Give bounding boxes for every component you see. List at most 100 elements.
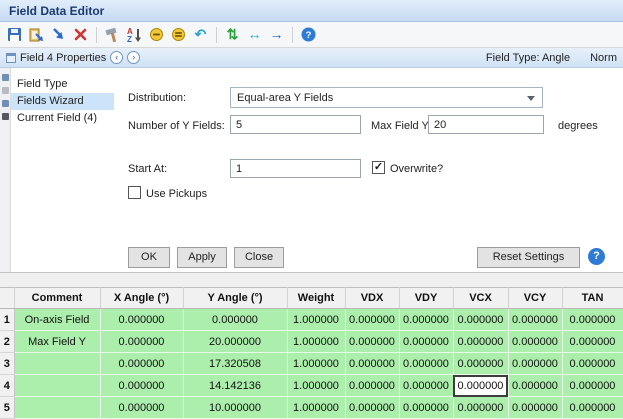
wizard-help-icon[interactable]: ?: [588, 248, 605, 265]
grid-cell[interactable]: [14, 397, 100, 419]
grid-cell[interactable]: 0.000000: [399, 331, 453, 353]
prev-field-icon[interactable]: ‹: [110, 51, 123, 64]
grid-cell[interactable]: 1.000000: [287, 353, 345, 375]
sidebar-item-fields-wizard[interactable]: Fields Wizard: [11, 93, 114, 110]
grid-cell[interactable]: 1.000000: [287, 309, 345, 331]
next-field-icon[interactable]: ›: [127, 51, 140, 64]
swap-arrows-icon[interactable]: ↔: [245, 25, 264, 44]
main-toolbar: AZ ↶ ⇅ ↔ → ?: [0, 22, 623, 48]
grid-cell[interactable]: 0.000000: [453, 331, 508, 353]
grid-cell[interactable]: 0.000000: [562, 375, 623, 397]
grid-cell[interactable]: 14.142136: [183, 375, 287, 397]
column-header[interactable]: Comment: [14, 288, 100, 309]
tools-icon[interactable]: [103, 25, 122, 44]
grid-cell[interactable]: 0.000000: [399, 309, 453, 331]
open-insert-icon[interactable]: [27, 25, 46, 44]
grid-cell[interactable]: 10.000000: [183, 397, 287, 419]
column-header[interactable]: VCY: [508, 288, 562, 309]
distribution-dropdown[interactable]: Equal-area Y Fields: [230, 87, 543, 108]
number-of-fields-label: Number of Y Fields:: [128, 120, 225, 132]
save-icon[interactable]: [5, 25, 24, 44]
grid-cell[interactable]: 0.000000: [100, 331, 183, 353]
close-button[interactable]: Close: [234, 247, 284, 268]
column-header[interactable]: Y Angle (°): [183, 288, 287, 309]
sidebar-item-current-field[interactable]: Current Field (4): [11, 110, 114, 127]
window-titlebar[interactable]: Field Data Editor: [0, 0, 623, 22]
number-of-fields-input[interactable]: [230, 115, 361, 134]
row-number[interactable]: 3: [0, 353, 14, 375]
docked-icon[interactable]: [2, 87, 9, 94]
grid-cell[interactable]: 0.000000: [345, 353, 399, 375]
update-all-icon[interactable]: ⇅: [223, 25, 242, 44]
grid-cell[interactable]: [14, 353, 100, 375]
overwrite-checkbox[interactable]: [372, 161, 385, 174]
grid-cell[interactable]: 0.000000: [100, 375, 183, 397]
solve-remove-icon[interactable]: [147, 25, 166, 44]
send-down-arrow-icon[interactable]: [49, 25, 68, 44]
grid-cell[interactable]: 0.000000: [508, 309, 562, 331]
grid-cell[interactable]: 1.000000: [287, 331, 345, 353]
grid-cell[interactable]: 0.000000: [100, 353, 183, 375]
grid-cell[interactable]: Max Field Y: [14, 331, 100, 353]
grid-cell[interactable]: 0.000000: [508, 375, 562, 397]
forward-arrow-icon[interactable]: →: [267, 25, 286, 44]
grid-cell[interactable]: 0.000000: [345, 331, 399, 353]
grid-cell[interactable]: 0.000000: [453, 309, 508, 331]
column-header[interactable]: TAN: [562, 288, 623, 309]
delete-icon[interactable]: [71, 25, 90, 44]
solve-icon[interactable]: [169, 25, 188, 44]
grid-cell[interactable]: 0.000000: [399, 397, 453, 419]
docked-icon[interactable]: [2, 74, 9, 81]
row-number[interactable]: 5: [0, 397, 14, 419]
use-pickups-checkbox[interactable]: [128, 186, 141, 199]
grid-cell[interactable]: 0.000000: [399, 353, 453, 375]
start-at-input[interactable]: [230, 159, 361, 178]
grid-cell[interactable]: 0.000000: [562, 353, 623, 375]
apply-button[interactable]: Apply: [177, 247, 227, 268]
table-row: 40.00000014.1421361.0000000.0000000.0000…: [0, 375, 623, 397]
grid-cell[interactable]: On-axis Field: [14, 309, 100, 331]
sort-icon[interactable]: AZ: [125, 25, 144, 44]
row-number[interactable]: 4: [0, 375, 14, 397]
grid-cell[interactable]: 0.000000: [345, 309, 399, 331]
corner-header[interactable]: [0, 288, 14, 309]
help-icon[interactable]: ?: [299, 25, 318, 44]
row-number[interactable]: 2: [0, 331, 14, 353]
grid-cell[interactable]: 17.320508: [183, 353, 287, 375]
row-number[interactable]: 1: [0, 309, 14, 331]
grid-cell[interactable]: 0.000000: [399, 375, 453, 397]
use-pickups-label[interactable]: Use Pickups: [146, 188, 207, 200]
sidebar-item-field-type[interactable]: Field Type: [11, 76, 114, 93]
docked-icon[interactable]: [2, 113, 9, 120]
column-header[interactable]: Weight: [287, 288, 345, 309]
grid-cell[interactable]: 0.000000: [562, 397, 623, 419]
undo-icon[interactable]: ↶: [191, 25, 210, 44]
grid-cell[interactable]: 0.000000: [508, 353, 562, 375]
max-field-input[interactable]: [428, 115, 544, 134]
docked-icon[interactable]: [2, 100, 9, 107]
grid-cell[interactable]: 0.000000: [345, 375, 399, 397]
distribution-label: Distribution:: [128, 92, 186, 104]
grid-cell[interactable]: 0.000000: [453, 353, 508, 375]
column-header[interactable]: VDY: [399, 288, 453, 309]
grid-cell[interactable]: 0.000000: [100, 309, 183, 331]
grid-cell[interactable]: 20.000000: [183, 331, 287, 353]
grid-cell[interactable]: 0.000000: [183, 309, 287, 331]
grid-cell[interactable]: [14, 375, 100, 397]
grid-cell[interactable]: 0.000000: [345, 397, 399, 419]
grid-cell[interactable]: 0.000000: [508, 331, 562, 353]
grid-cell[interactable]: 0.000000: [453, 375, 508, 397]
grid-cell[interactable]: 0.000000: [562, 331, 623, 353]
column-header[interactable]: X Angle (°): [100, 288, 183, 309]
ok-button[interactable]: OK: [128, 247, 170, 268]
overwrite-label[interactable]: Overwrite?: [390, 163, 443, 175]
grid-cell[interactable]: 0.000000: [562, 309, 623, 331]
column-header[interactable]: VDX: [345, 288, 399, 309]
grid-cell[interactable]: 0.000000: [100, 397, 183, 419]
grid-cell[interactable]: 0.000000: [453, 397, 508, 419]
grid-cell[interactable]: 0.000000: [508, 397, 562, 419]
column-header[interactable]: VCX: [453, 288, 508, 309]
grid-cell[interactable]: 1.000000: [287, 397, 345, 419]
reset-settings-button[interactable]: Reset Settings: [477, 247, 580, 268]
grid-cell[interactable]: 1.000000: [287, 375, 345, 397]
